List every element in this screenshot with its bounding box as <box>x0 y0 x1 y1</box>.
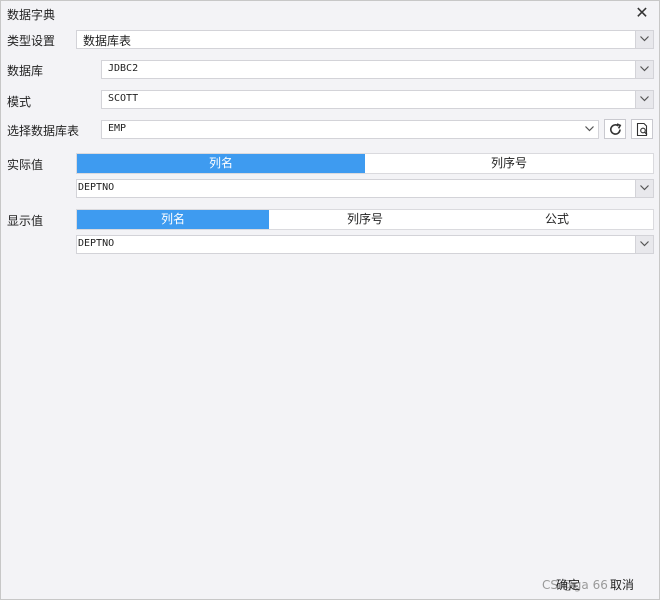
schema-label: 模式 <box>7 95 32 109</box>
tab-column-name[interactable]: 列名 <box>77 154 365 173</box>
type-setting-value: 数据库表 <box>83 34 132 48</box>
actual-value-tabs: 列名 列序号 <box>76 153 654 174</box>
tab-column-index[interactable]: 列序号 <box>365 154 653 173</box>
chevron-down-icon[interactable] <box>635 180 653 197</box>
display-value-value: DEPTNO <box>78 238 115 249</box>
database-value: JDBC2 <box>108 63 139 74</box>
table-select[interactable]: EMP <box>101 120 599 139</box>
display-value-label: 显示值 <box>7 214 44 228</box>
tab-formula[interactable]: 公式 <box>461 210 653 229</box>
ok-button[interactable]: 确定 <box>553 575 583 595</box>
refresh-button[interactable] <box>604 119 626 139</box>
database-select[interactable]: JDBC2 <box>101 60 654 79</box>
title-bar: 数据字典 ✕ <box>1 1 659 25</box>
chevron-down-icon[interactable] <box>635 31 653 48</box>
actual-value-value: DEPTNO <box>78 182 115 193</box>
schema-value: SCOTT <box>108 93 139 104</box>
table-label: 选择数据库表 <box>7 124 80 138</box>
close-icon[interactable]: ✕ <box>633 4 651 22</box>
data-dictionary-dialog: 数据字典 ✕ 类型设置 数据库表 数据库 JDBC2 模式 SCOTT 选择数据… <box>0 0 660 600</box>
type-setting-label: 类型设置 <box>7 34 56 48</box>
schema-select[interactable]: SCOTT <box>101 90 654 109</box>
chevron-down-icon[interactable] <box>635 61 653 78</box>
actual-value-label: 实际值 <box>7 158 44 172</box>
type-setting-select[interactable]: 数据库表 <box>76 30 654 49</box>
display-value-select[interactable]: DEPTNO <box>76 235 654 254</box>
tab-column-index[interactable]: 列序号 <box>269 210 461 229</box>
display-value-tabs: 列名 列序号 公式 <box>76 209 654 230</box>
chevron-down-icon[interactable] <box>635 236 653 253</box>
database-label: 数据库 <box>7 64 44 78</box>
preview-button[interactable] <box>631 119 653 139</box>
actual-value-select[interactable]: DEPTNO <box>76 179 654 198</box>
table-value: EMP <box>108 123 127 134</box>
cancel-button[interactable]: 取消 <box>607 575 637 595</box>
tab-column-name[interactable]: 列名 <box>77 210 269 229</box>
chevron-down-icon[interactable] <box>635 91 653 108</box>
dialog-title: 数据字典 <box>7 8 56 22</box>
chevron-down-icon[interactable] <box>581 121 598 138</box>
